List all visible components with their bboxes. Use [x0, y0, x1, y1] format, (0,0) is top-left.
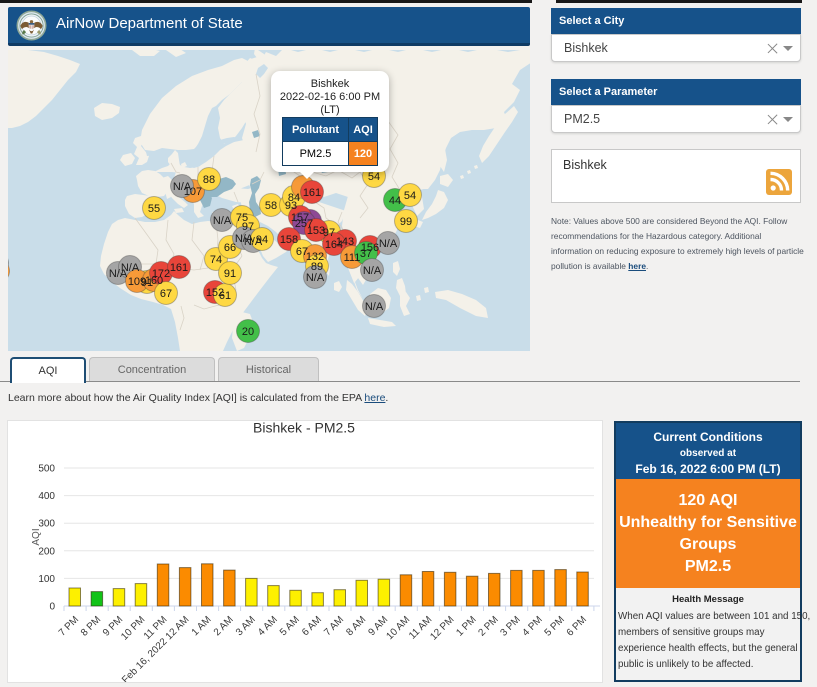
svg-text:37: 37	[360, 248, 372, 260]
svg-text:61: 61	[219, 290, 231, 302]
svg-text:161: 161	[170, 262, 188, 274]
svg-text:153: 153	[307, 225, 325, 237]
svg-text:2 PM: 2 PM	[476, 614, 500, 638]
svg-text:N/A: N/A	[365, 301, 384, 313]
svg-text:99: 99	[400, 216, 412, 228]
svg-text:N/A: N/A	[363, 265, 382, 277]
svg-text:3 AM: 3 AM	[234, 614, 258, 638]
svg-text:1 PM: 1 PM	[454, 614, 478, 638]
svg-text:12 PM: 12 PM	[428, 614, 456, 642]
svg-text:N/A: N/A	[121, 262, 140, 274]
svg-text:20: 20	[242, 326, 254, 338]
svg-text:67: 67	[160, 288, 172, 300]
svg-text:10 PM: 10 PM	[119, 614, 147, 642]
svg-text:54: 54	[368, 171, 380, 183]
svg-text:44: 44	[389, 195, 401, 207]
svg-text:94: 94	[256, 234, 268, 246]
svg-text:8 PM: 8 PM	[79, 614, 103, 638]
svg-text:5 PM: 5 PM	[543, 614, 567, 638]
svg-text:N/A: N/A	[306, 272, 325, 284]
svg-text:10 AM: 10 AM	[384, 614, 412, 642]
svg-text:5 AM: 5 AM	[278, 614, 302, 638]
svg-text:172: 172	[152, 268, 170, 280]
svg-text:54: 54	[404, 190, 416, 202]
svg-text:58: 58	[265, 200, 277, 212]
svg-text:6 AM: 6 AM	[300, 614, 324, 638]
svg-text:Bishkek - PM2.5: Bishkek - PM2.5	[253, 421, 355, 436]
svg-text:0: 0	[49, 602, 55, 613]
svg-text:97: 97	[242, 221, 254, 233]
svg-text:100: 100	[38, 574, 55, 585]
svg-text:4 PM: 4 PM	[521, 614, 545, 638]
svg-text:500: 500	[38, 464, 55, 475]
svg-text:84: 84	[288, 192, 300, 204]
svg-text:AQI: AQI	[31, 528, 42, 545]
svg-text:300: 300	[38, 519, 55, 530]
svg-text:N/A: N/A	[379, 238, 398, 250]
svg-text:N/A: N/A	[213, 215, 232, 227]
svg-text:200: 200	[38, 546, 55, 557]
svg-text:7 AM: 7 AM	[322, 614, 346, 638]
svg-text:111: 111	[344, 252, 361, 264]
svg-text:109: 109	[128, 276, 146, 288]
svg-text:55: 55	[148, 203, 160, 215]
svg-text:7 PM: 7 PM	[57, 614, 81, 638]
svg-text:91: 91	[224, 268, 236, 280]
svg-text:6 PM: 6 PM	[565, 614, 589, 638]
svg-text:2 AM: 2 AM	[212, 614, 236, 638]
svg-text:161: 161	[303, 187, 321, 199]
svg-text:8 AM: 8 AM	[344, 614, 368, 638]
svg-text:88: 88	[203, 174, 215, 186]
svg-text:74: 74	[210, 254, 222, 266]
svg-text:164: 164	[325, 239, 343, 251]
svg-text:1 AM: 1 AM	[190, 614, 214, 638]
svg-text:158: 158	[280, 234, 298, 246]
svg-text:3 PM: 3 PM	[498, 614, 522, 638]
svg-text:4 AM: 4 AM	[256, 614, 280, 638]
svg-text:400: 400	[38, 491, 55, 502]
svg-text:N/A: N/A	[173, 181, 192, 193]
